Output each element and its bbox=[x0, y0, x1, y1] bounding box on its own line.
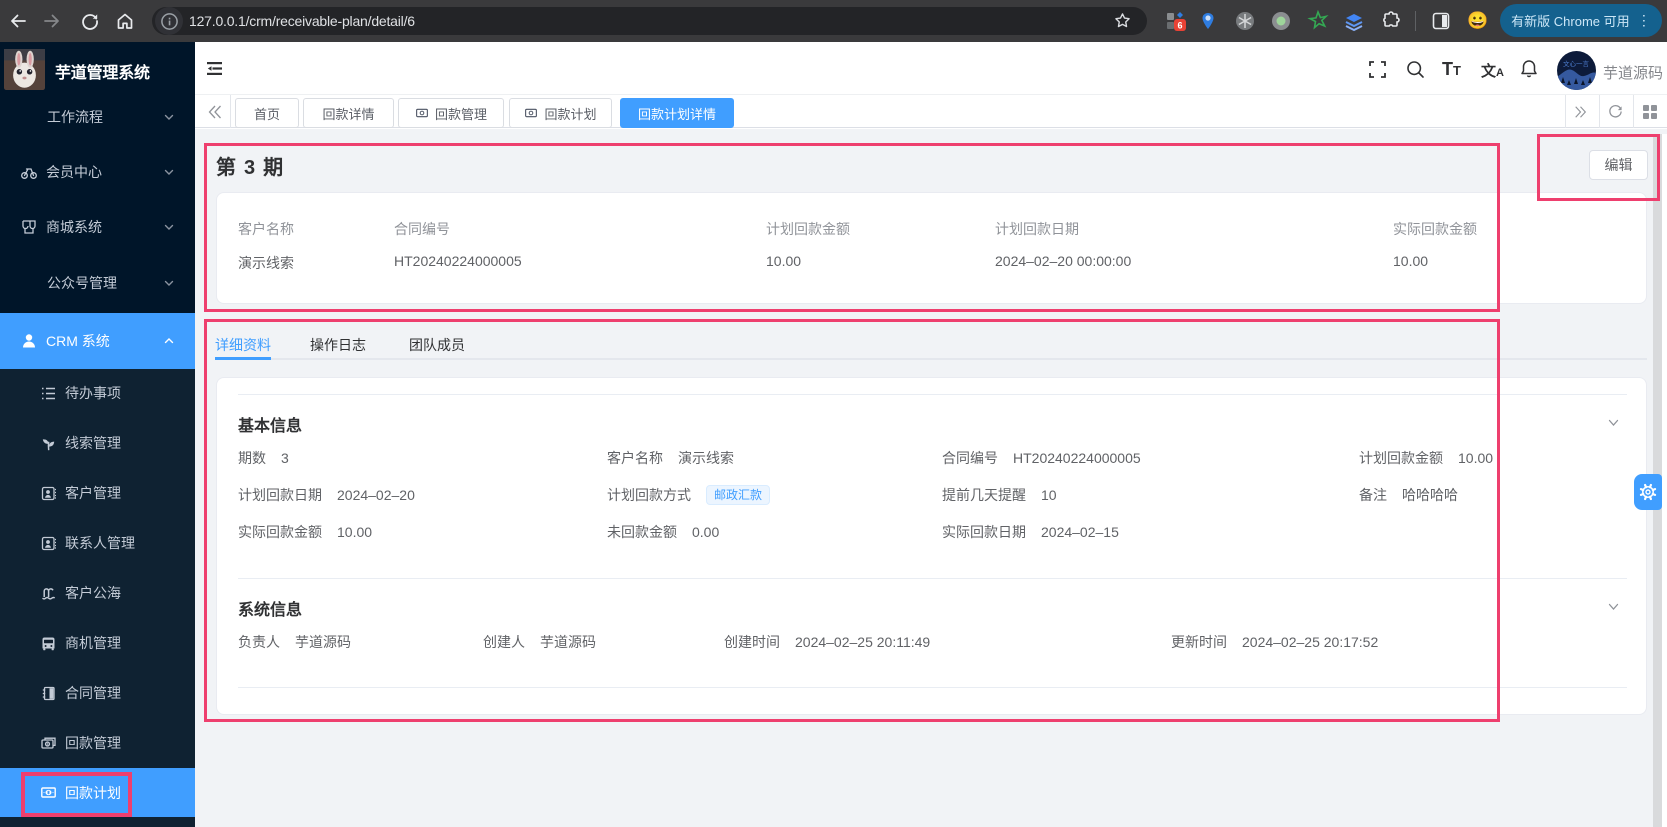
svg-text:文心一言: 文心一言 bbox=[1563, 59, 1590, 68]
svg-text:6: 6 bbox=[1177, 21, 1182, 31]
